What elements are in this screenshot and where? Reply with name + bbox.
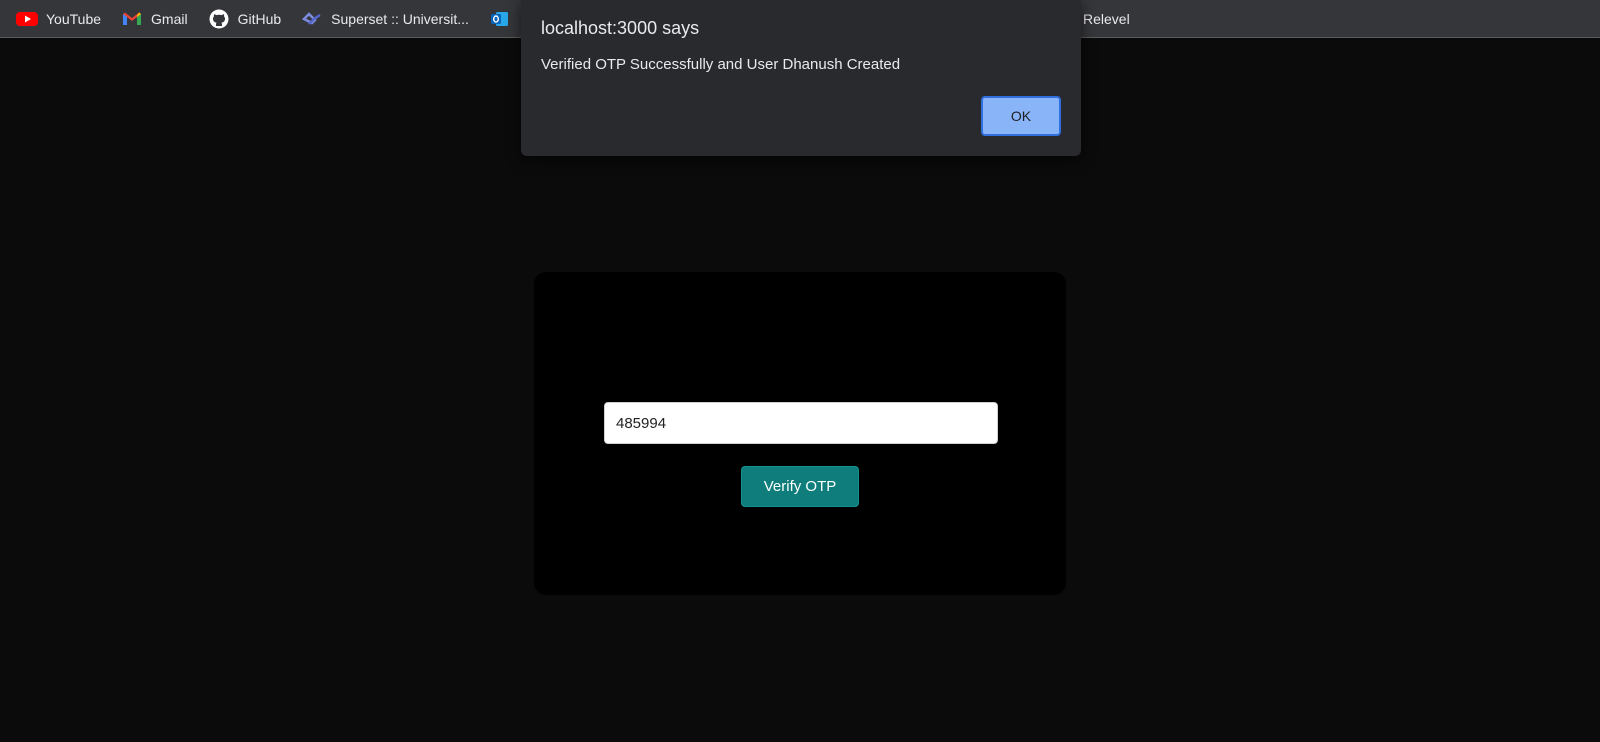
bookmark-relevel[interactable]: Relevel	[1083, 5, 1130, 33]
bookmark-gmail[interactable]: Gmail	[121, 5, 188, 33]
alert-dialog: localhost:3000 says Verified OTP Success…	[521, 0, 1081, 156]
bookmark-label: YouTube	[46, 10, 102, 27]
bookmark-outlook[interactable]	[489, 5, 519, 33]
verify-otp-button[interactable]: Verify OTP	[741, 466, 859, 507]
ok-button[interactable]: OK	[981, 96, 1061, 136]
bookmark-label: Relevel	[1083, 11, 1130, 27]
alert-message: Verified OTP Successfully and User Dhanu…	[541, 56, 901, 73]
bookmark-youtube[interactable]: YouTube	[16, 5, 101, 33]
gmail-icon	[121, 10, 143, 28]
alert-title: localhost:3000 says	[541, 18, 700, 38]
youtube-icon	[16, 10, 38, 28]
otp-input[interactable]	[604, 402, 998, 444]
bookmark-label: Superset :: Universit...	[331, 10, 469, 27]
bookmark-github[interactable]: GitHub	[208, 5, 282, 33]
otp-card: Verify OTP	[534, 272, 1066, 595]
github-icon	[208, 9, 230, 28]
outlook-icon	[489, 10, 511, 28]
bookmark-label: GitHub	[237, 10, 282, 27]
bookmark-superset[interactable]: Superset :: Universit...	[301, 5, 469, 33]
superset-icon	[301, 10, 323, 28]
bookmark-label: Gmail	[151, 10, 188, 27]
